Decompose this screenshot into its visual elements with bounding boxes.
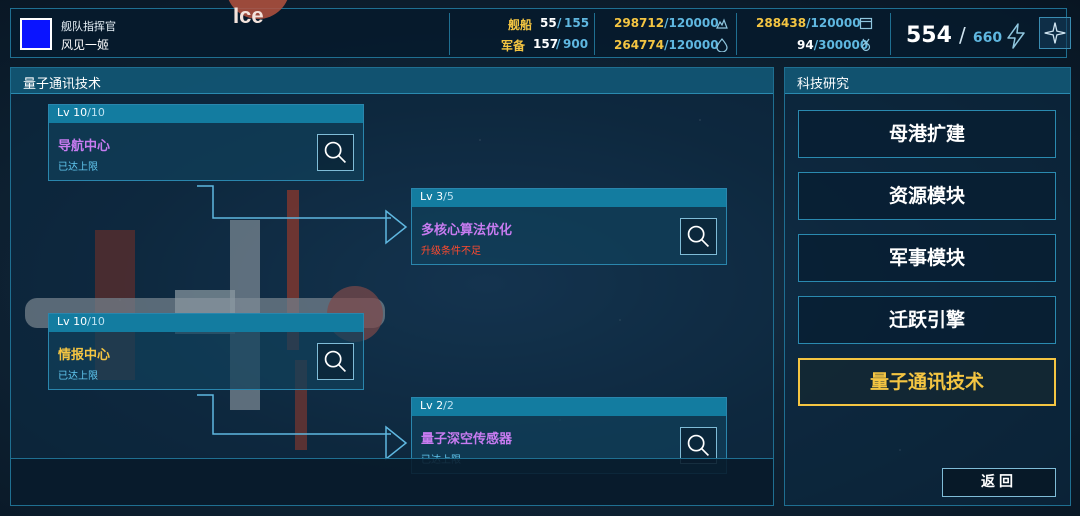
tech-node-intelligence-center[interactable]: Lv 10/10 情报中心 已达上限 <box>48 313 364 390</box>
tech-name: 多核心算法优化 <box>421 223 513 238</box>
tech-node-multicore-algorithm[interactable]: Lv 3/5 多核心算法优化 升级条件不足 <box>411 188 727 265</box>
tech-tree-panel: 量子通讯技术 Lv 10/10 导航中心 已达上限 Lv 3/5 多核心算法优化… <box>10 67 774 506</box>
fuel-drop-icon <box>716 38 728 52</box>
calendar-icon <box>859 17 873 30</box>
menu-item-warp-engine[interactable]: 迁跃引擎 <box>798 296 1056 344</box>
energy-counter: 554 / 660 <box>906 23 1002 48</box>
energy-boost-button[interactable] <box>1039 17 1071 49</box>
inspect-button[interactable] <box>317 134 354 171</box>
commander-avatar[interactable] <box>20 18 52 50</box>
bottom-info-strip <box>10 458 774 506</box>
ships-current: 55 <box>540 16 557 30</box>
back-button[interactable]: 返回 <box>942 468 1056 497</box>
magnifier-icon <box>687 225 710 248</box>
commander-title: 舰队指挥官 <box>61 20 116 33</box>
lightning-icon <box>1007 23 1025 49</box>
tech-name: 情报中心 <box>58 348 111 363</box>
menu-item-military-module[interactable]: 军事模块 <box>798 234 1056 282</box>
level-bar: Lv 10/10 <box>49 105 363 123</box>
energy-max: 660 <box>972 30 1003 46</box>
medal-icon <box>861 38 871 52</box>
level-bar: Lv 10/10 <box>49 314 363 332</box>
ships-label: 舰船 <box>508 18 533 32</box>
energy-separator: / <box>959 23 966 47</box>
boost-icon <box>1044 22 1066 44</box>
inspect-button[interactable] <box>680 218 717 255</box>
tech-status: 已达上限 <box>58 371 98 382</box>
menu-item-quantum-communication[interactable]: 量子通讯技术 <box>798 358 1056 406</box>
tech-node-navigation-center[interactable]: Lv 10/10 导航中心 已达上限 <box>48 104 364 181</box>
resource-medals: 94/300000 <box>797 38 869 52</box>
divider <box>890 13 891 55</box>
divider <box>736 13 737 55</box>
ships-max: 155 <box>564 16 590 30</box>
menu-item-resource-module[interactable]: 资源模块 <box>798 172 1056 220</box>
ore-icon <box>716 18 728 29</box>
tech-status: 已达上限 <box>58 162 98 173</box>
level-bar: Lv 3/5 <box>412 189 726 207</box>
reserve-current: 157 <box>533 37 559 51</box>
resource-fuel: 264774/120000 <box>614 38 719 52</box>
commander-name: 风见一姬 <box>61 38 110 52</box>
event-banner-logo: Ice <box>233 3 264 28</box>
tech-research-title: 科技研究 <box>785 68 1070 94</box>
magnifier-icon <box>324 350 347 373</box>
tech-tree-title: 量子通讯技术 <box>11 68 773 94</box>
divider <box>449 13 450 55</box>
tech-name: 量子深空传感器 <box>421 432 513 447</box>
reserve-label: 军备 <box>501 39 526 53</box>
resource-ore: 298712/120000 <box>614 16 719 30</box>
resource-supplies: 288438/120000 <box>756 16 861 30</box>
inspect-button[interactable] <box>317 343 354 380</box>
tech-name: 导航中心 <box>58 139 111 154</box>
tech-research-panel: 科技研究 母港扩建 资源模块 军事模块 迁跃引擎 量子通讯技术 返回 <box>784 67 1071 506</box>
menu-item-home-port-expansion[interactable]: 母港扩建 <box>798 110 1056 158</box>
magnifier-icon <box>324 141 347 164</box>
top-status-bar: Ice 舰队指挥官 风见一姬 舰船 55 / 155 军备 157 / 900 … <box>10 0 1071 58</box>
level-bar: Lv 2/2 <box>412 398 726 416</box>
tech-status: 升级条件不足 <box>421 246 481 257</box>
energy-current: 554 <box>906 23 952 48</box>
divider <box>594 13 595 55</box>
reserve-max: 900 <box>563 37 589 51</box>
